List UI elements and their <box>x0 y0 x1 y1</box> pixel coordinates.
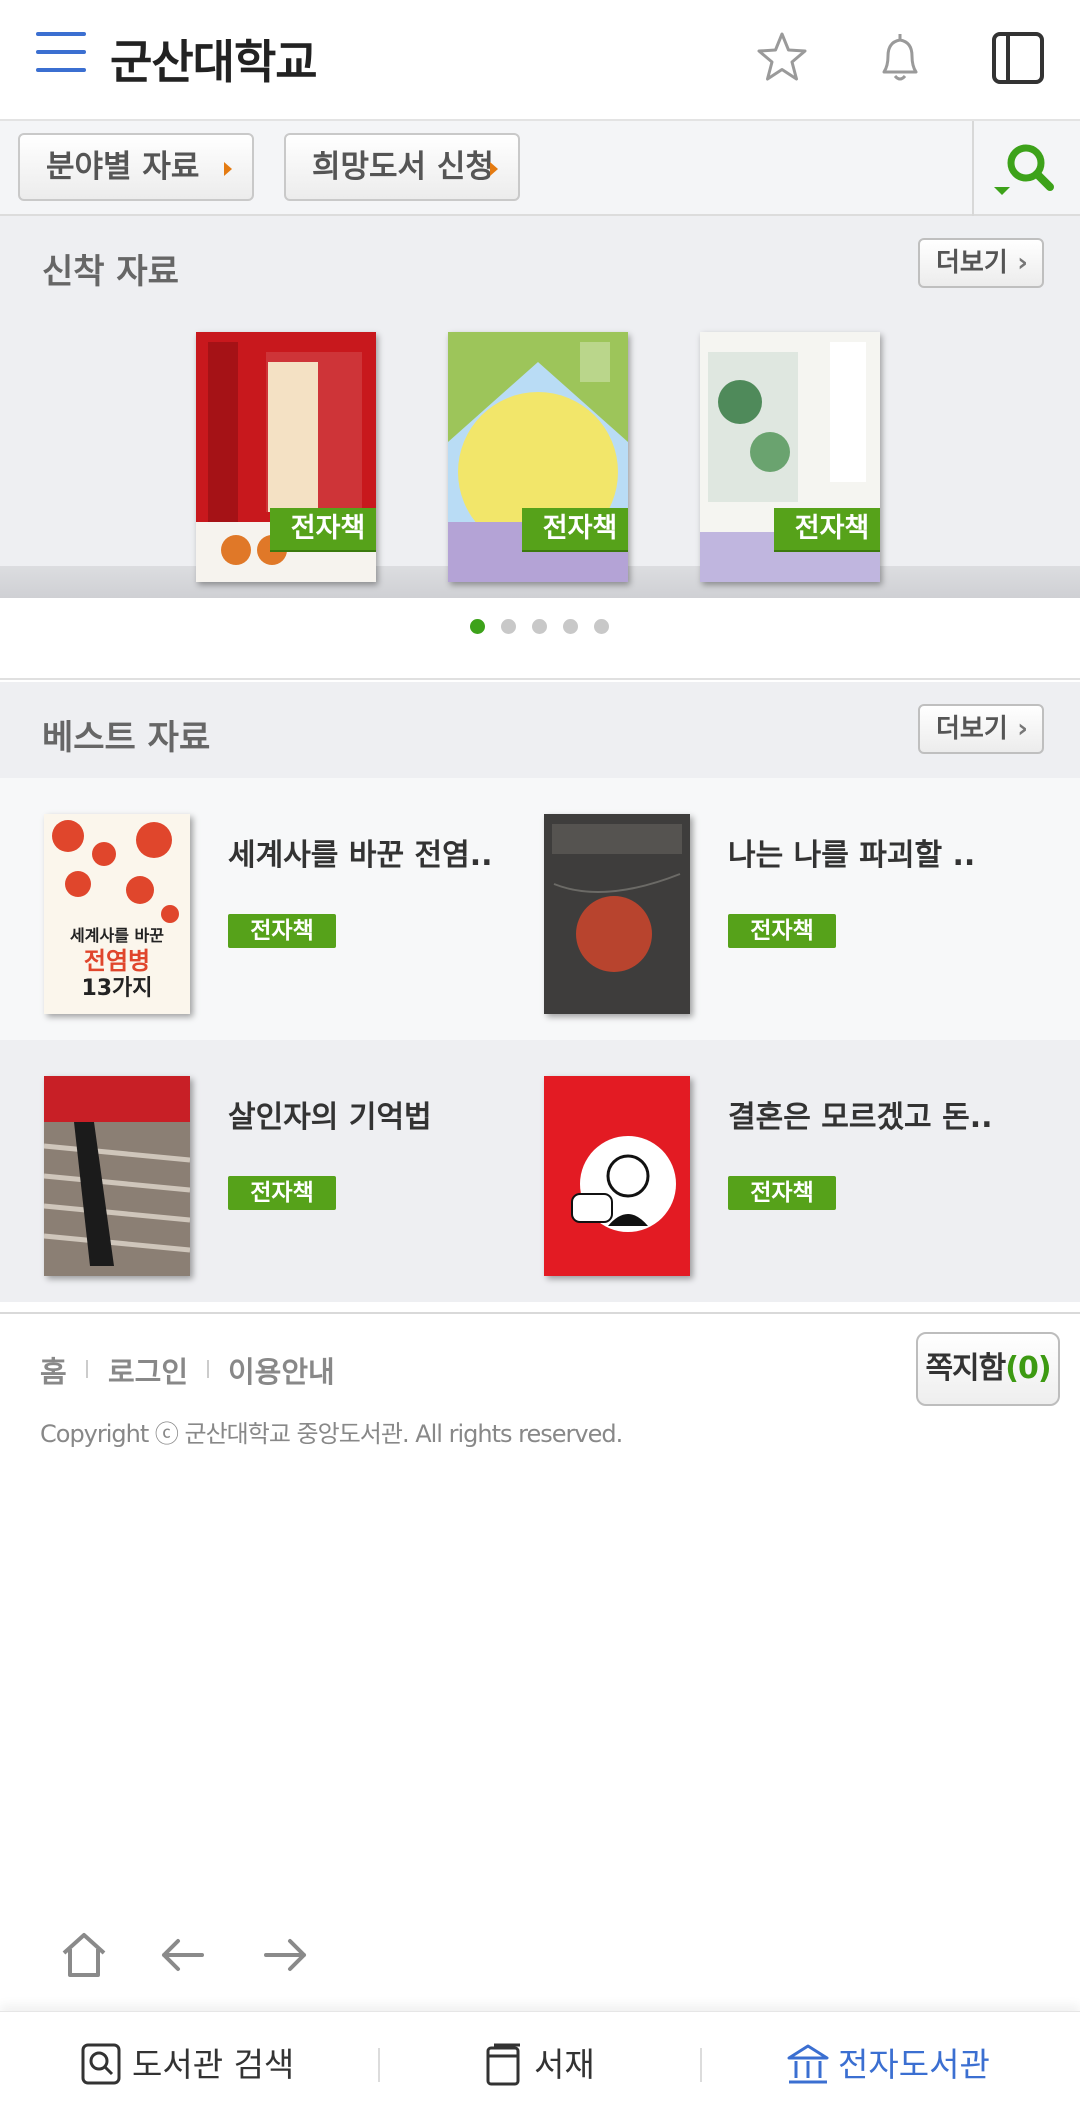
search-icon[interactable] <box>990 139 1060 203</box>
new-arrivals-carousel[interactable]: 전자책 전자책 전자책 <box>0 312 1080 598</box>
back-arrow-icon[interactable] <box>154 1925 214 1985</box>
page-dot[interactable] <box>594 619 609 634</box>
field-category-button[interactable]: 분야별 자료 <box>18 133 254 201</box>
ebook-badge: 전자책 <box>522 508 628 550</box>
best-item[interactable]: 세계사를 바꾼 전염병 13가지 세계사를 바꾼 전염.. 전자책 <box>0 778 540 1040</box>
new-arrivals-more-button[interactable]: 더보기 › <box>918 238 1044 288</box>
library-icon <box>787 2044 829 2084</box>
tab-library-search[interactable]: 도서관 검색 <box>80 2012 294 2117</box>
footer-link-home[interactable]: 홈 <box>40 1349 67 1391</box>
footer-link-login[interactable]: 로그인 <box>108 1349 188 1391</box>
ebook-badge: 전자책 <box>270 508 376 550</box>
chevron-right-icon: › <box>1017 248 1028 278</box>
field-category-label: 분야별 자료 <box>46 149 200 185</box>
cover-text: 세계사를 바꾼 <box>70 926 164 945</box>
bell-icon[interactable] <box>870 28 930 88</box>
footer: 홈 로그인 이용안내 쪽지함(0) Copyright ⓒ 군산대학교 중앙도서… <box>0 1312 1080 1472</box>
copyright: Copyright ⓒ 군산대학교 중앙도서관. All rights rese… <box>40 1420 623 1448</box>
page-dot[interactable] <box>563 619 578 634</box>
message-box-button[interactable]: 쪽지함(0) <box>916 1332 1060 1406</box>
ebook-badge: 전자책 <box>228 1176 336 1210</box>
best-item[interactable]: 살인자의 기억법 전자책 <box>0 1040 540 1302</box>
best-title: 베스트 자료 <box>42 718 211 758</box>
page-dot[interactable] <box>501 619 516 634</box>
more-label: 더보기 <box>936 714 1008 744</box>
chevron-right-icon: › <box>1017 714 1028 744</box>
best-item[interactable]: 나는 나를 파괴할 .. 전자책 <box>500 778 1040 1040</box>
divider <box>86 1360 88 1378</box>
book-request-label: 희망도서 신청 <box>312 149 494 185</box>
divider <box>972 121 974 216</box>
tab-label: 도서관 검색 <box>132 2045 295 2084</box>
book-title: 결혼은 모르겠고 돈.. <box>728 1100 993 1135</box>
search-box-icon <box>81 2043 121 2085</box>
star-icon[interactable] <box>752 28 812 88</box>
caret-right-icon <box>490 162 498 176</box>
ebook-badge: 전자책 <box>728 914 836 948</box>
more-label: 더보기 <box>936 248 1008 278</box>
message-count: (0) <box>1005 1351 1051 1386</box>
app-header: 군산대학교 <box>0 0 1080 121</box>
book-cover[interactable]: 전자책 <box>196 332 376 582</box>
ebook-badge: 전자책 <box>774 508 880 550</box>
book-cover <box>544 1076 690 1276</box>
book-cover <box>44 1076 190 1276</box>
book-title: 세계사를 바꾼 전염.. <box>228 838 493 873</box>
book-request-button[interactable]: 희망도서 신청 <box>284 133 520 201</box>
page-dot[interactable] <box>532 619 547 634</box>
best-item[interactable]: 결혼은 모르겠고 돈.. 전자책 <box>500 1040 1040 1302</box>
ebook-badge: 전자책 <box>728 1176 836 1210</box>
forward-arrow-icon[interactable] <box>254 1925 314 1985</box>
best-header: 베스트 자료 더보기 › <box>0 682 1080 778</box>
carousel-pagination <box>0 598 1080 680</box>
book-cover[interactable]: 전자책 <box>700 332 880 582</box>
new-arrivals-header: 신착 자료 더보기 › <box>0 216 1080 312</box>
tab-e-library[interactable]: 전자도서관 <box>786 2012 990 2117</box>
page-dot[interactable] <box>470 619 485 634</box>
divider <box>207 1360 209 1378</box>
home-icon[interactable] <box>54 1925 114 1985</box>
ebook-badge: 전자책 <box>228 914 336 948</box>
panel-icon[interactable] <box>988 28 1048 88</box>
book-icon <box>486 2043 520 2086</box>
tab-label: 전자도서관 <box>838 2045 990 2084</box>
cover-text: 전염병 <box>84 947 150 975</box>
best-more-button[interactable]: 더보기 › <box>918 704 1044 754</box>
tab-bookshelf[interactable]: 서재 <box>484 2012 595 2117</box>
message-box-label: 쪽지함 <box>925 1351 1006 1386</box>
book-title: 나는 나를 파괴할 .. <box>728 838 976 873</box>
footer-link-guide[interactable]: 이용안내 <box>228 1349 335 1391</box>
best-row: 살인자의 기억법 전자책 결혼은 모르겠고 돈.. 전자책 <box>0 1040 1080 1302</box>
bottom-tab-bar: 도서관 검색 서재 전자도서관 <box>0 2011 1080 2117</box>
app-title: 군산대학교 <box>110 35 318 89</box>
tab-label: 서재 <box>534 2045 595 2084</box>
book-title: 살인자의 기억법 <box>228 1100 432 1135</box>
cover-text: 13가지 <box>81 976 152 1001</box>
book-cover: 세계사를 바꾼 전염병 13가지 <box>44 814 190 1014</box>
book-cover <box>544 814 690 1014</box>
best-row: 세계사를 바꾼 전염병 13가지 세계사를 바꾼 전염.. 전자책 나는 나를 … <box>0 778 1080 1040</box>
book-cover[interactable]: 전자책 <box>448 332 628 582</box>
divider <box>378 2048 380 2082</box>
caret-right-icon <box>224 162 232 176</box>
filter-bar: 분야별 자료 희망도서 신청 <box>0 121 1080 216</box>
divider <box>700 2048 702 2082</box>
new-arrivals-title: 신착 자료 <box>42 252 179 292</box>
menu-icon[interactable] <box>36 32 90 76</box>
